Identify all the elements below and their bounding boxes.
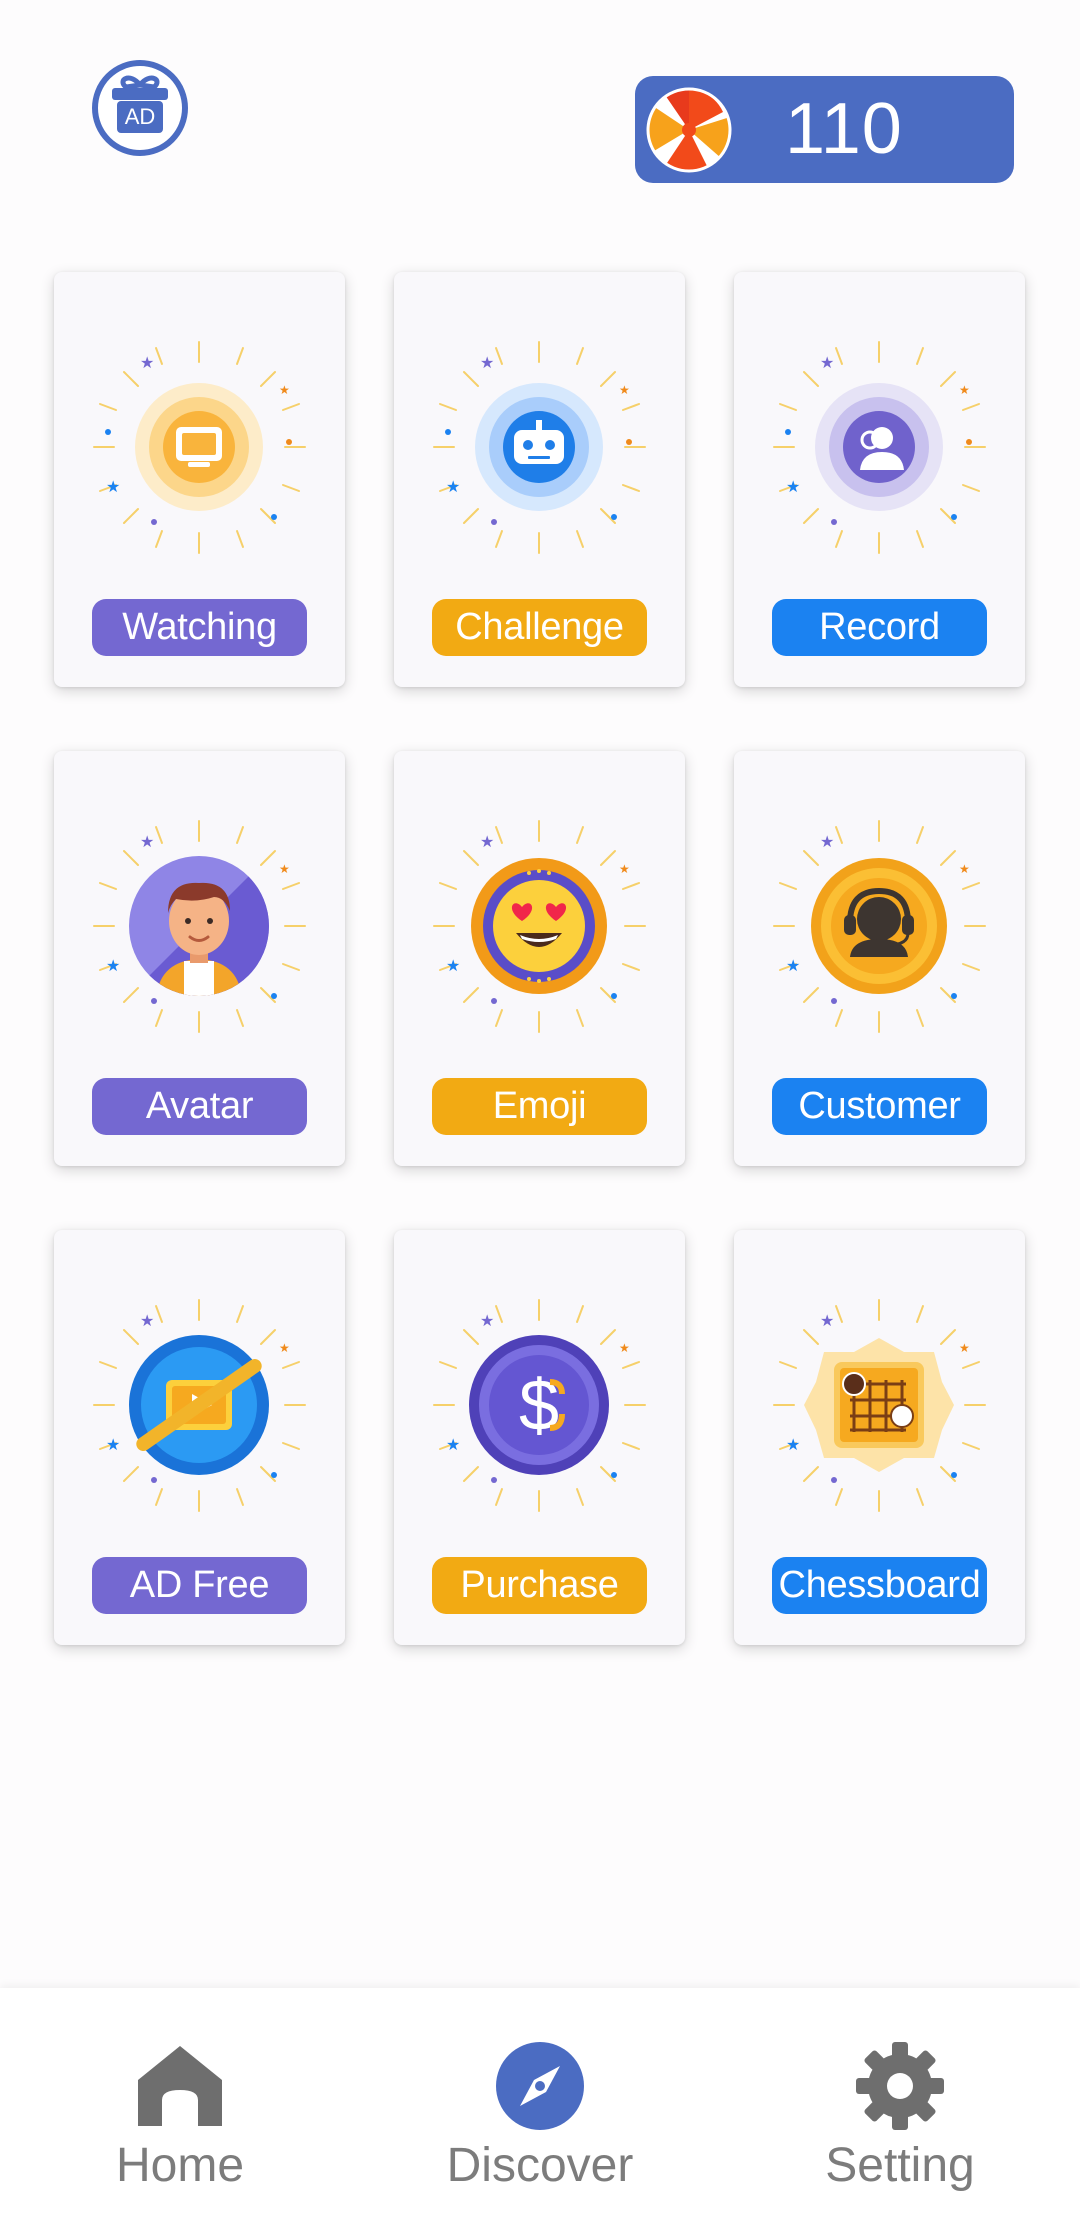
coin-balance[interactable]: 110 — [635, 76, 1014, 183]
feature-card-watching[interactable]: ★ ★ ★ Watching — [54, 272, 345, 687]
home-icon — [138, 2046, 222, 2126]
dollar-coin-icon: ★ ★ ★ $ — [433, 1299, 646, 1512]
ad-badge-text: AD — [125, 104, 156, 129]
feature-card-ad-free[interactable]: ★ ★ ★ AD Free — [54, 1230, 345, 1645]
feature-card-chessboard[interactable]: ★ ★ ★ Chessboard — [734, 1230, 1025, 1645]
feature-card-emoji[interactable]: ★ ★ ★ Emoji — [394, 751, 685, 1166]
feature-card-avatar[interactable]: ★ ★ ★ Avatar — [54, 751, 345, 1166]
bottom-nav: Home Discover Setting — [0, 1988, 1080, 2220]
svg-text:★: ★ — [786, 958, 800, 975]
feature-card-customer[interactable]: ★ ★ ★ Customer — [734, 751, 1025, 1166]
svg-text:★: ★ — [446, 958, 460, 975]
feature-card-challenge[interactable]: ★ ★ ★ Challenge — [394, 272, 685, 687]
svg-text:★: ★ — [480, 1313, 494, 1330]
avatar-boy-icon: ★ ★ ★ — [93, 820, 306, 1033]
svg-text:★: ★ — [786, 479, 800, 496]
nav-item-discover[interactable]: Discover — [390, 1988, 690, 2220]
svg-text:★: ★ — [106, 958, 120, 975]
svg-text:★: ★ — [820, 355, 834, 372]
ad-gift-icon: AD — [92, 60, 188, 156]
feature-label: Avatar — [92, 1078, 307, 1135]
svg-text:★: ★ — [480, 355, 494, 372]
user-record-icon: ★ ★ ★ — [773, 341, 986, 554]
nav-label-home: Home — [115, 2139, 245, 2192]
compass-icon — [496, 2042, 584, 2130]
feature-label: Customer — [772, 1078, 987, 1135]
svg-text:★: ★ — [140, 834, 154, 851]
svg-text:★: ★ — [140, 355, 154, 372]
feature-label: Chessboard — [772, 1557, 987, 1614]
feature-label: Record — [772, 599, 987, 656]
svg-text:★: ★ — [619, 862, 630, 876]
svg-text:★: ★ — [106, 1437, 120, 1454]
feature-card-record[interactable]: ★ ★ ★ Record — [734, 272, 1025, 687]
nav-item-home[interactable]: Home — [30, 1988, 330, 2220]
svg-text:★: ★ — [959, 383, 970, 397]
nav-label-setting: Setting — [825, 2139, 975, 2192]
svg-text:★: ★ — [140, 1313, 154, 1330]
svg-text:★: ★ — [959, 862, 970, 876]
nav-item-setting[interactable]: Setting — [750, 1988, 1050, 2220]
svg-text:★: ★ — [959, 1341, 970, 1355]
svg-text:★: ★ — [106, 479, 120, 496]
heart-eyes-emoji-icon: ★ ★ ★ — [433, 820, 646, 1033]
feature-label: Watching — [92, 599, 307, 656]
nav-label-discover: Discover — [446, 2139, 634, 2192]
ad-gift-button[interactable]: AD — [90, 58, 190, 158]
go-board-icon: ★ ★ ★ — [773, 1299, 986, 1512]
feature-label: AD Free — [92, 1557, 307, 1614]
tv-icon: ★ ★ ★ — [93, 341, 306, 554]
svg-text:★: ★ — [279, 1341, 290, 1355]
svg-text:★: ★ — [820, 1313, 834, 1330]
feature-grid: ★ ★ ★ Watching ★ ★ ★ Challenge ★ ★ ★ Rec… — [54, 272, 1027, 1645]
coin-count: 110 — [785, 89, 903, 169]
feature-label: Challenge — [432, 599, 647, 656]
svg-text:★: ★ — [820, 834, 834, 851]
svg-text:★: ★ — [446, 1437, 460, 1454]
ad-free-video-icon: ★ ★ ★ — [93, 1299, 306, 1512]
feature-label: Emoji — [432, 1078, 647, 1135]
svg-text:★: ★ — [279, 862, 290, 876]
candy-icon — [646, 87, 732, 173]
svg-text:★: ★ — [446, 479, 460, 496]
gear-icon — [856, 2042, 944, 2130]
svg-text:★: ★ — [786, 1437, 800, 1454]
svg-text:$: $ — [519, 1366, 559, 1446]
svg-text:★: ★ — [480, 834, 494, 851]
feature-label: Purchase — [432, 1557, 647, 1614]
svg-text:★: ★ — [279, 383, 290, 397]
headset-icon: ★ ★ ★ — [773, 820, 986, 1033]
svg-text:★: ★ — [619, 1341, 630, 1355]
svg-text:★: ★ — [619, 383, 630, 397]
feature-card-purchase[interactable]: ★ ★ ★ $ Purchase — [394, 1230, 685, 1645]
robot-icon: ★ ★ ★ — [433, 341, 646, 554]
